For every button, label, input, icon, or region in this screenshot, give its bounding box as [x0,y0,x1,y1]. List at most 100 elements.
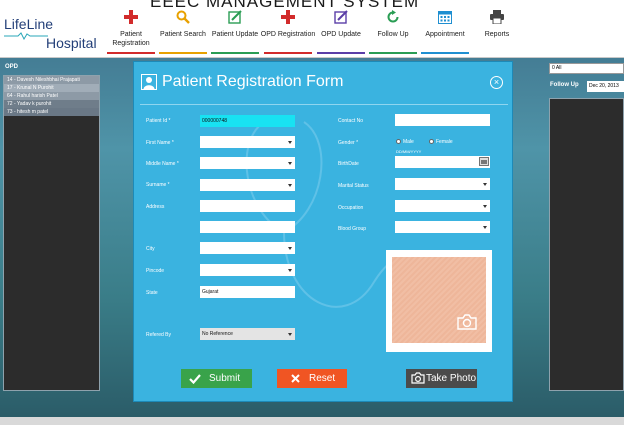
birthdate-format-hint: DD/MM/YYYY [396,149,422,154]
first-name-label: First Name * [146,140,174,146]
state-label: State [146,290,158,296]
state-field[interactable]: Gujarat [200,286,295,298]
follow-up-list[interactable] [549,98,624,391]
occupation-label: Occupation [338,205,364,211]
heartbeat-icon [4,32,48,40]
follow-up-label: Follow Up [550,82,579,88]
follow-up-label: Follow Up [377,31,409,38]
reset-label: Reset [309,373,336,384]
first-name-select[interactable] [200,136,295,148]
birthdate-label: BirthDate [338,161,359,167]
pincode-label: Pincode [146,268,165,274]
opd-panel: OPD 14 - Davesh Nileshbhai Prajapati 17 … [3,64,100,391]
calendar-picker-icon[interactable] [479,157,489,166]
opd-panel-label: OPD [5,64,19,70]
opd-update-button[interactable]: OPD Update [313,10,369,54]
dialog-title: Patient Registration Form [162,73,344,90]
referred-by-select[interactable]: No Reference [200,328,295,340]
opd-registration-label: OPD Registration [260,31,316,38]
blood-group-select[interactable] [395,221,490,233]
middle-name-label: Middle Name * [146,161,179,167]
check-icon [189,374,201,384]
underline [264,52,312,54]
marital-status-label: Marital Status [338,183,369,189]
follow-up-date-field[interactable]: Dec 20, 2013 [587,81,624,92]
list-item[interactable]: 73 - hitesh m patel [4,108,99,116]
birthdate-field[interactable] [395,156,490,168]
occupation-select[interactable] [395,200,490,212]
close-icon [291,374,300,383]
submit-button[interactable]: Submit [181,369,252,388]
underline [211,52,259,54]
list-item[interactable]: 64 - Rahul harish Patel [4,92,99,100]
appointment-label: Appointment [425,31,465,38]
appointment-button[interactable]: Appointment [417,10,473,54]
patient-id-label: Patient Id * [146,118,171,124]
gender-label: Gender * [338,140,359,146]
user-icon [141,74,157,90]
contact-no-label: Contact No [338,118,364,124]
header-divider [140,104,508,105]
opd-registration-button[interactable]: OPD Registration [260,10,316,54]
pincode-select[interactable] [200,264,295,276]
marital-status-select[interactable] [395,178,490,190]
blood-group-label: Blood Group [338,226,367,232]
active-underline [107,52,155,54]
surname-label: Surname * [146,182,170,188]
list-item[interactable]: 14 - Davesh Nileshbhai Prajapati [4,76,99,84]
camera-icon [411,372,425,384]
address-label: Address [146,204,165,210]
close-button[interactable]: × [490,76,503,89]
gender-female-radio[interactable] [429,139,434,144]
camera-icon [457,314,477,330]
underline [369,52,417,54]
contact-no-field[interactable] [395,114,490,126]
plus-icon [103,10,159,30]
dialog-header: Patient Registration Form × [134,62,514,104]
follow-up-button[interactable]: Follow Up [365,10,421,54]
patient-update-label: Patient Update [211,31,259,38]
underline [317,52,365,54]
list-item[interactable]: 72 - Yadav k purohit [4,100,99,108]
follow-up-panel: 0 All Follow Up Dec 20, 2013 [549,61,624,391]
photo-preview [386,250,492,352]
patient-registration-label: Patient Registration [112,31,150,47]
opd-list[interactable]: 14 - Davesh Nileshbhai Prajapati 17 - Kr… [3,75,100,391]
address-line-1-field[interactable] [200,200,295,212]
underline [421,52,469,54]
photo-placeholder [392,257,486,343]
logo-line-2: Hospital [46,35,97,51]
edit-icon [313,10,369,30]
submit-label: Submit [209,373,241,384]
patient-search-label: Patient Search [160,31,206,38]
gender-male-radio[interactable] [396,139,401,144]
middle-name-select[interactable] [200,157,295,169]
patient-id-field[interactable]: 000000748 [200,115,295,127]
edit-icon [207,10,263,30]
search-icon [155,10,211,30]
plus-icon [260,10,316,30]
reports-button[interactable]: Reports [469,10,525,54]
status-strip [0,417,624,425]
patient-update-button[interactable]: Patient Update [207,10,263,54]
list-item[interactable]: 17 - Krunal N Purohit [4,84,99,92]
take-photo-button[interactable]: Take Photo [406,369,477,388]
patient-registration-dialog: Patient Registration Form × Patient Id *… [133,61,513,402]
top-toolbar: EEEC MANAGEMENT SYSTEM LifeLine Hospital… [0,0,624,58]
patient-registration-button[interactable]: Patient Registration [103,10,159,54]
reset-button[interactable]: Reset [277,369,347,388]
logo-line-1: LifeLine [4,16,54,32]
underline [159,52,207,54]
patient-search-button[interactable]: Patient Search [155,10,211,54]
calendar-icon [417,10,473,30]
printer-icon [469,10,525,30]
reports-label: Reports [484,31,510,38]
take-photo-label: Take Photo [426,373,477,384]
city-label: City [146,246,155,252]
filter-select[interactable]: 0 All [549,63,624,74]
gender-male-label: Male [403,139,414,145]
surname-select[interactable] [200,179,295,191]
address-line-2-field[interactable] [200,221,295,233]
gender-female-label: Female [436,139,453,145]
city-select[interactable] [200,242,295,254]
